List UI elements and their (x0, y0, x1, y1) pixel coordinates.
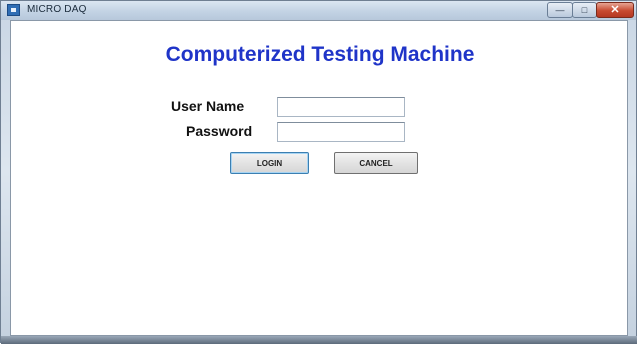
form-area: Computerized Testing Machine User Name P… (10, 20, 628, 336)
cancel-button[interactable]: CANCEL (334, 152, 418, 174)
password-field[interactable] (277, 122, 405, 142)
username-label: User Name (171, 98, 245, 114)
minimize-button[interactable]: — (547, 2, 573, 18)
login-button[interactable]: LOGIN (230, 152, 309, 174)
app-window: MICRO DAQ — □ ✕ Computerized Testing Mac… (0, 0, 637, 344)
maximize-button[interactable]: □ (572, 2, 597, 18)
password-label: Password (186, 123, 253, 139)
close-button[interactable]: ✕ (596, 2, 634, 18)
app-icon[interactable] (7, 4, 20, 16)
page-title: Computerized Testing Machine (165, 43, 475, 66)
title-bar[interactable]: MICRO DAQ — □ ✕ (1, 1, 636, 20)
window-title: MICRO DAQ (27, 4, 87, 15)
username-field[interactable] (277, 97, 405, 117)
